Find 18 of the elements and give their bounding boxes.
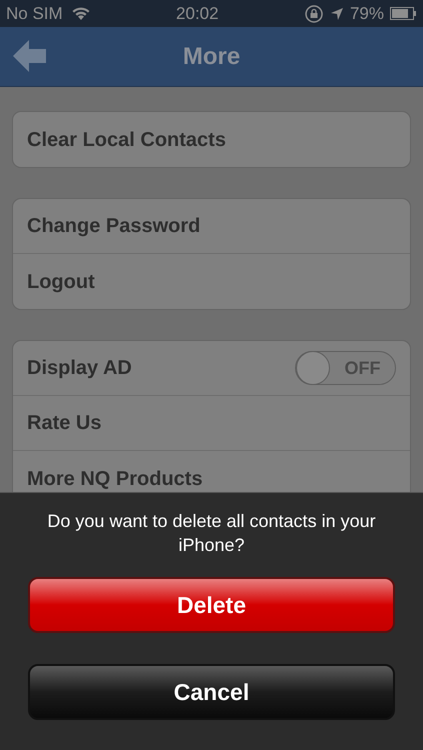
row-label: Display AD bbox=[27, 356, 132, 381]
menu-row[interactable]: Logout bbox=[13, 254, 410, 309]
nav-title: More bbox=[182, 42, 240, 72]
menu-row[interactable]: Change Password bbox=[13, 199, 410, 254]
delete-button[interactable]: Delete bbox=[28, 577, 395, 633]
battery-icon bbox=[390, 7, 417, 20]
location-icon bbox=[330, 6, 344, 20]
battery-percent: 79% bbox=[350, 2, 384, 25]
toggle-knob bbox=[296, 351, 330, 385]
menu-row[interactable]: Rate Us bbox=[13, 396, 410, 451]
carrier: No SIM bbox=[6, 2, 63, 25]
cancel-button[interactable]: Cancel bbox=[28, 664, 395, 720]
sheet-message: Do you want to delete all contacts in your iPhone? bbox=[46, 510, 377, 557]
menu-row[interactable]: Clear Local Contacts bbox=[13, 112, 410, 167]
rotation-lock-icon bbox=[304, 4, 324, 24]
clock: 20:02 bbox=[176, 2, 219, 25]
back-arrow-icon[interactable] bbox=[13, 40, 47, 72]
wifi-icon bbox=[70, 6, 91, 21]
